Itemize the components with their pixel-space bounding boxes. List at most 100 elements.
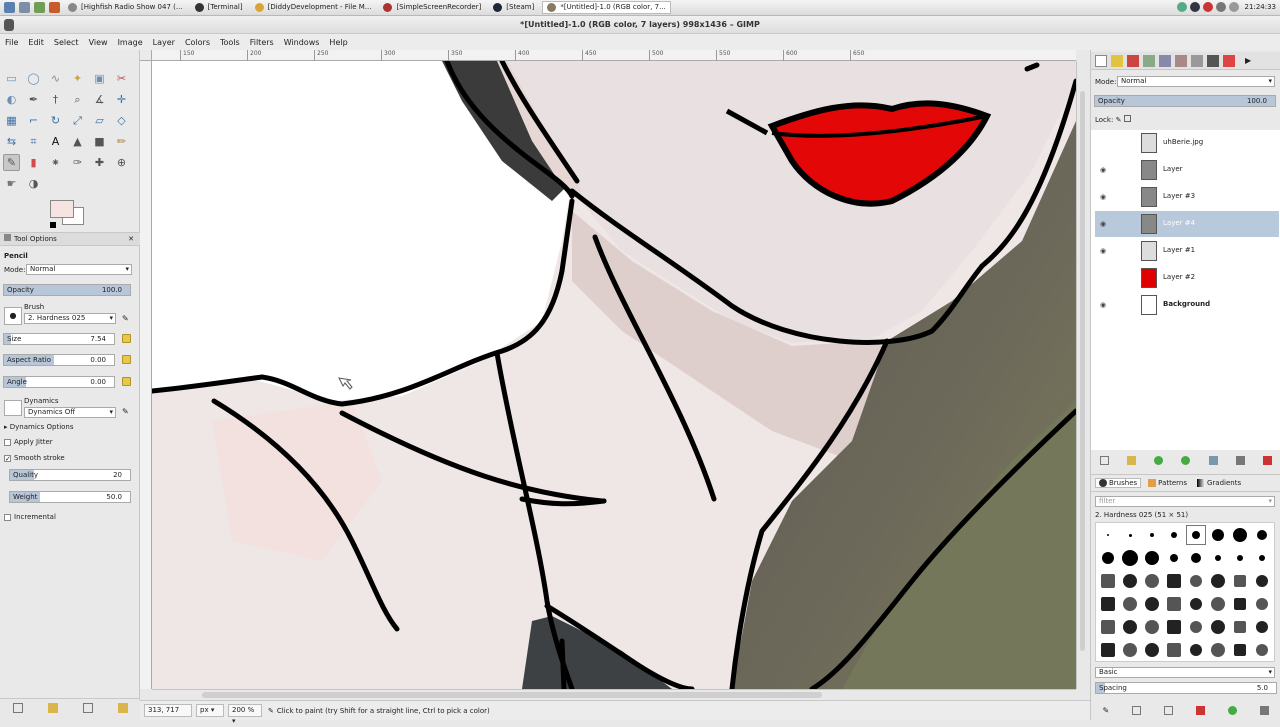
- rect-select-icon[interactable]: ▭: [3, 70, 20, 87]
- tool-options-tab[interactable]: Tool Options: [4, 234, 57, 243]
- menu-colors[interactable]: Colors: [180, 38, 215, 47]
- colormap-tab-icon[interactable]: [1143, 54, 1155, 67]
- brush-cell[interactable]: [1252, 525, 1272, 545]
- incremental-checkbox[interactable]: Incremental: [4, 512, 56, 522]
- brush-cell[interactable]: [1208, 571, 1228, 591]
- brush-tab-icon[interactable]: [1207, 54, 1219, 67]
- task-gimp[interactable]: *[Untitled]-1.0 (RGB color, 7...: [542, 1, 671, 14]
- aspect-ratio-slider[interactable]: Aspect Ratio 0.00: [3, 354, 115, 366]
- brush-cell[interactable]: [1098, 548, 1118, 568]
- dynamics-options-expander[interactable]: ▸ Dynamics Options: [4, 422, 74, 432]
- angle-slider[interactable]: Angle 0.00: [3, 376, 115, 388]
- brush-cell[interactable]: [1186, 594, 1206, 614]
- brush-cell[interactable]: [1098, 594, 1118, 614]
- brush-cell[interactable]: [1164, 525, 1184, 545]
- network-icon[interactable]: [1176, 2, 1187, 12]
- brush-cell[interactable]: [1186, 617, 1206, 637]
- blend-icon[interactable]: ■: [91, 133, 108, 150]
- menu-help[interactable]: Help: [324, 38, 352, 47]
- opacity-slider[interactable]: Opacity 100.0: [3, 284, 131, 296]
- undo-history-tab-icon[interactable]: [1175, 54, 1187, 67]
- vertical-scrollbar[interactable]: [1076, 61, 1088, 689]
- menu-file[interactable]: File: [0, 38, 23, 47]
- clone-icon[interactable]: ⊕: [113, 154, 130, 171]
- scale-icon[interactable]: ⤢: [69, 112, 86, 129]
- save-options-icon[interactable]: [12, 702, 23, 713]
- layer-row-layer-3[interactable]: ◉ Layer #3: [1095, 184, 1279, 210]
- horizontal-scroll-thumb[interactable]: [202, 692, 822, 698]
- new-group-icon[interactable]: [1127, 455, 1137, 465]
- brush-cell[interactable]: [1252, 571, 1272, 591]
- free-select-icon[interactable]: ∿: [47, 70, 64, 87]
- task-file-manager[interactable]: [DiddyDevelopment - File M...: [251, 1, 376, 14]
- brush-cell[interactable]: [1120, 571, 1140, 591]
- brush-cell[interactable]: [1208, 617, 1228, 637]
- brush-cell[interactable]: [1252, 548, 1272, 568]
- color-select-icon[interactable]: ▣: [91, 70, 108, 87]
- edit-brush-button-icon[interactable]: ✎: [1103, 706, 1110, 715]
- brush-cell[interactable]: [1230, 640, 1250, 660]
- anchor-layer-icon[interactable]: [1235, 455, 1245, 465]
- delete-layer-icon[interactable]: [1262, 455, 1272, 465]
- brush-cell[interactable]: [1142, 617, 1162, 637]
- new-brush-icon[interactable]: [1132, 705, 1142, 715]
- image-canvas[interactable]: [152, 61, 1076, 689]
- paths-tab-icon[interactable]: [1127, 54, 1139, 67]
- brush-cell[interactable]: [1230, 594, 1250, 614]
- brush-preview[interactable]: ●: [4, 307, 22, 325]
- smudge-icon[interactable]: ☛: [3, 175, 20, 192]
- dodge-burn-icon[interactable]: ◑: [25, 175, 42, 192]
- eye-icon[interactable]: ◉: [1100, 301, 1106, 309]
- duplicate-brush-icon[interactable]: [1164, 705, 1174, 715]
- smooth-stroke-checkbox[interactable]: ✓ Smooth stroke: [4, 453, 65, 463]
- reset-options-icon[interactable]: [117, 702, 128, 713]
- restore-options-icon[interactable]: [47, 702, 58, 713]
- ellipse-select-icon[interactable]: ◯: [25, 70, 42, 87]
- pencil-icon[interactable]: ✏: [113, 133, 130, 150]
- crop-icon[interactable]: ⌐: [25, 112, 42, 129]
- eraser-icon[interactable]: ▮: [25, 154, 42, 171]
- zoom-icon[interactable]: ⌕: [69, 91, 86, 108]
- brush-tag-input[interactable]: Basic: [1095, 667, 1275, 678]
- rotate-icon[interactable]: ↻: [47, 112, 64, 129]
- layer-row-layer-4[interactable]: ◉ Layer #4: [1095, 211, 1279, 237]
- brush-cell[interactable]: [1120, 617, 1140, 637]
- reset-size-icon[interactable]: [122, 334, 131, 343]
- eye-icon[interactable]: ◉: [1100, 220, 1106, 228]
- brush-cell[interactable]: [1098, 617, 1118, 637]
- dynamics-preview[interactable]: [4, 400, 22, 416]
- fuzzy-select-icon[interactable]: ✦: [69, 70, 86, 87]
- menu-windows[interactable]: Windows: [279, 38, 325, 47]
- quality-slider[interactable]: Quality 20: [9, 469, 131, 481]
- spacing-slider[interactable]: Spacing 5.0: [1095, 682, 1277, 694]
- close-panel-icon[interactable]: ✕: [128, 233, 134, 246]
- move-icon[interactable]: ✛: [113, 91, 130, 108]
- paintbrush-icon[interactable]: ✎: [3, 154, 20, 171]
- dynamics-select[interactable]: Dynamics Off: [24, 407, 116, 418]
- menu-filters[interactable]: Filters: [245, 38, 279, 47]
- brush-cell[interactable]: [1230, 571, 1250, 591]
- eye-icon[interactable]: ◉: [1100, 247, 1106, 255]
- menu-layer[interactable]: Layer: [148, 38, 180, 47]
- delete-brush-icon[interactable]: [1196, 705, 1206, 715]
- task-steam[interactable]: [Steam]: [489, 1, 538, 14]
- record-icon[interactable]: [1202, 2, 1213, 12]
- settings-icon[interactable]: [34, 2, 45, 13]
- steam-tray-icon[interactable]: [1189, 2, 1200, 12]
- mode-select[interactable]: Normal: [26, 264, 132, 275]
- patterns-tab[interactable]: Patterns: [1145, 479, 1190, 487]
- volume-icon[interactable]: [1215, 2, 1226, 12]
- brush-cell[interactable]: [1142, 548, 1162, 568]
- palette-tab-icon[interactable]: [1223, 54, 1235, 67]
- menu-view[interactable]: View: [84, 38, 113, 47]
- refresh-brushes-icon[interactable]: [1228, 705, 1238, 715]
- layer-mode-select[interactable]: Normal: [1117, 76, 1275, 87]
- brush-cell[interactable]: [1252, 640, 1272, 660]
- brush-cell[interactable]: [1252, 617, 1272, 637]
- brush-cell[interactable]: [1186, 525, 1206, 545]
- color-picker-icon[interactable]: †: [47, 91, 64, 108]
- brush-cell[interactable]: [1164, 617, 1184, 637]
- layer-row-layer-1[interactable]: ◉ Layer #1: [1095, 238, 1279, 264]
- histogram-tab-icon[interactable]: [1159, 54, 1171, 67]
- ink-icon[interactable]: ✑: [69, 154, 86, 171]
